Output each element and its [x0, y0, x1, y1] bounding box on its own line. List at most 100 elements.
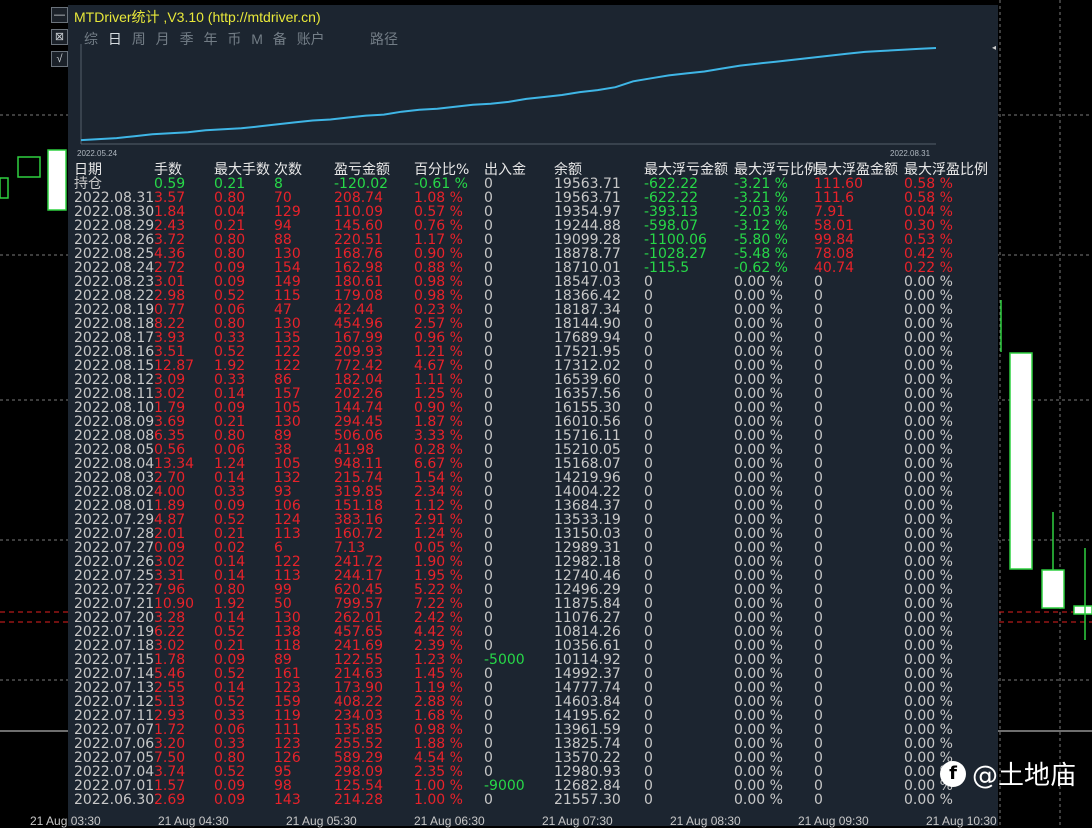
table-row[interactable]: 2022.07.25 3.31 0.14 113 244.17 1.95 % 0 12740.…: [74, 569, 1004, 583]
row-float-loss: -1100.06: [644, 232, 707, 248]
row-date: 2022.08.30: [74, 204, 155, 220]
table-row[interactable]: 2022.08.12 3.09 0.33 86 182.04 1.11 % 0 16539.6…: [74, 373, 1004, 387]
table-row[interactable]: 2022.08.15 12.87 1.92 122 772.42 4.67 % 0 17312…: [74, 359, 1004, 373]
row-count: 111: [274, 722, 301, 738]
row-pl: 799.57: [334, 596, 383, 612]
col-header-deposit[interactable]: 出入金: [484, 163, 526, 177]
table-row[interactable]: 2022.08.19 0.77 0.06 47 42.44 0.23 % 0 18187.34…: [74, 303, 1004, 317]
col-header-max-lots[interactable]: 最大手数: [214, 163, 270, 177]
table-row[interactable]: 持仓 0.59 0.21 8 -120.02 -0.61 % 0 19563.71 -622.2…: [74, 177, 1004, 191]
row-pct: 4.67 %: [414, 358, 463, 374]
table-row[interactable]: 2022.08.02 4.00 0.33 93 319.85 2.34 % 0 14004.2…: [74, 485, 1004, 499]
table-row[interactable]: 2022.07.01 1.57 0.09 98 125.54 1.00 % -9000 126…: [74, 779, 1004, 793]
col-header-balance[interactable]: 余额: [554, 163, 582, 177]
table-row[interactable]: 2022.07.20 3.28 0.14 130 262.01 2.42 % 0 11076.…: [74, 611, 1004, 625]
col-header-date[interactable]: 日期: [74, 163, 102, 177]
row-count: 105: [274, 456, 301, 472]
table-row[interactable]: 2022.08.24 2.72 0.09 154 162.98 0.88 % 0 18710.…: [74, 261, 1004, 275]
row-pl: 214.63: [334, 666, 383, 682]
col-header-max-float-profit-pct[interactable]: 最大浮盈比例: [904, 163, 988, 177]
table-row[interactable]: 2022.07.12 5.13 0.52 159 408.22 2.88 % 0 14603.…: [74, 695, 1004, 709]
row-float-profit-pct: 0.00 %: [904, 316, 953, 332]
check-button[interactable]: √: [51, 51, 68, 67]
table-row[interactable]: 2022.08.16 3.51 0.52 122 209.93 1.21 % 0 17521.…: [74, 345, 1004, 359]
row-pct: 0.76 %: [414, 218, 463, 234]
row-balance: 19244.88: [554, 218, 621, 234]
row-balance: 12740.46: [554, 568, 621, 584]
row-float-loss: 0: [644, 568, 653, 584]
table-row[interactable]: 2022.08.23 3.01 0.09 149 180.61 0.98 % 0 18547.…: [74, 275, 1004, 289]
table-row[interactable]: 2022.07.11 2.93 0.33 119 234.03 1.68 % 0 14195.…: [74, 709, 1004, 723]
row-max-lots: 0.09: [214, 274, 246, 290]
col-header-max-float-loss[interactable]: 最大浮亏金额: [644, 163, 728, 177]
table-row[interactable]: 2022.08.03 2.70 0.14 132 215.74 1.54 % 0 14219.…: [74, 471, 1004, 485]
row-float-loss-pct: 0.00 %: [734, 456, 783, 472]
row-float-loss: 0: [644, 610, 653, 626]
table-row[interactable]: 2022.07.28 2.01 0.21 113 160.72 1.24 % 0 13150.…: [74, 527, 1004, 541]
table-row[interactable]: 2022.08.05 0.56 0.06 38 41.98 0.28 % 0 15210.05…: [74, 443, 1004, 457]
col-header-max-float-profit[interactable]: 最大浮盈金额: [814, 163, 898, 177]
table-row[interactable]: 2022.07.27 0.09 0.02 6 7.13 0.05 % 0 12989.31 0 0…: [74, 541, 1004, 555]
table-row[interactable]: 2022.07.29 4.87 0.52 124 383.16 2.91 % 0 13533.…: [74, 513, 1004, 527]
row-deposit: 0: [484, 764, 493, 780]
table-row[interactable]: 2022.08.09 3.69 0.21 130 294.45 1.87 % 0 16010.…: [74, 415, 1004, 429]
table-row[interactable]: 2022.07.22 7.96 0.80 99 620.45 5.22 % 0 12496.2…: [74, 583, 1004, 597]
row-date: 2022.08.15: [74, 358, 155, 374]
grid-toggle-button[interactable]: ⊠: [51, 29, 68, 45]
col-header-max-float-loss-pct[interactable]: 最大浮亏比例: [734, 163, 818, 177]
minimize-button[interactable]: —: [51, 7, 68, 23]
table-row[interactable]: 2022.07.15 1.78 0.09 89 122.55 1.23 % -5000 101…: [74, 653, 1004, 667]
table-row[interactable]: 2022.08.17 3.93 0.33 135 167.99 0.96 % 0 17689.…: [74, 331, 1004, 345]
row-float-profit-pct: 0.00 %: [904, 638, 953, 654]
table-row[interactable]: 2022.07.07 1.72 0.06 111 135.85 0.98 % 0 13961.…: [74, 723, 1004, 737]
row-max-lots: 0.09: [214, 652, 246, 668]
table-row[interactable]: 2022.07.06 3.20 0.33 123 255.52 1.88 % 0 13825.…: [74, 737, 1004, 751]
table-row[interactable]: 2022.07.19 6.22 0.52 138 457.65 4.42 % 0 10814.…: [74, 625, 1004, 639]
row-deposit: 0: [484, 316, 493, 332]
scroll-arrow-icon[interactable]: ◂: [992, 43, 996, 52]
col-header-count[interactable]: 次数: [274, 163, 302, 177]
col-header-pl[interactable]: 盈亏金额: [334, 163, 390, 177]
table-row[interactable]: 2022.08.01 1.89 0.09 106 151.18 1.12 % 0 13684.…: [74, 499, 1004, 513]
table-row[interactable]: 2022.08.18 8.22 0.80 130 454.96 2.57 % 0 18144.…: [74, 317, 1004, 331]
table-row[interactable]: 2022.07.14 5.46 0.52 161 214.63 1.45 % 0 14992.…: [74, 667, 1004, 681]
table-row[interactable]: 2022.07.21 10.90 1.92 50 799.57 7.22 % 0 11875.…: [74, 597, 1004, 611]
row-date: 2022.08.29: [74, 218, 155, 234]
row-balance: 19563.71: [554, 190, 621, 206]
table-row[interactable]: 2022.08.22 2.98 0.52 115 179.08 0.98 % 0 18366.…: [74, 289, 1004, 303]
table-row[interactable]: 2022.08.31 3.57 0.80 70 208.74 1.08 % 0 19563.7…: [74, 191, 1004, 205]
table-row[interactable]: 2022.08.10 1.79 0.09 105 144.74 0.90 % 0 16155.…: [74, 401, 1004, 415]
table-row[interactable]: 2022.08.26 3.72 0.80 88 220.51 1.17 % 0 19099.2…: [74, 233, 1004, 247]
row-float-profit-pct: 0.00 %: [904, 456, 953, 472]
table-row[interactable]: 2022.07.26 3.02 0.14 122 241.72 1.90 % 0 12982.…: [74, 555, 1004, 569]
table-row[interactable]: 2022.07.18 3.02 0.21 118 241.69 2.39 % 0 10356.…: [74, 639, 1004, 653]
table-row[interactable]: 2022.08.08 6.35 0.80 89 506.06 3.33 % 0 15716.1…: [74, 429, 1004, 443]
table-row[interactable]: 2022.08.30 1.84 0.04 129 110.09 0.57 % 0 19354.…: [74, 205, 1004, 219]
row-float-loss-pct: 0.00 %: [734, 736, 783, 752]
row-lots: 3.74: [154, 764, 186, 780]
table-row[interactable]: 2022.07.05 7.50 0.80 126 589.29 4.54 % 0 13570.…: [74, 751, 1004, 765]
row-count: 149: [274, 274, 301, 290]
table-row[interactable]: 2022.06.30 2.69 0.09 143 214.28 1.00 % 0 21557.…: [74, 793, 1004, 807]
col-header-lots[interactable]: 手数: [154, 163, 182, 177]
row-pl: 122.55: [334, 652, 383, 668]
row-float-profit: 40.74: [814, 260, 855, 276]
table-row[interactable]: 2022.08.25 4.36 0.80 130 168.76 0.90 % 0 18878.…: [74, 247, 1004, 261]
row-float-loss-pct: 0.00 %: [734, 358, 783, 374]
row-float-loss: 0: [644, 512, 653, 528]
row-balance: 13961.59: [554, 722, 621, 738]
row-pct: 0.98 %: [414, 274, 463, 290]
row-pl: 772.42: [334, 358, 383, 374]
table-row[interactable]: 2022.07.13 2.55 0.14 123 173.90 1.19 % 0 14777.…: [74, 681, 1004, 695]
row-pct: 0.98 %: [414, 288, 463, 304]
row-float-profit-pct: 0.00 %: [904, 372, 953, 388]
row-date: 2022.07.27: [74, 540, 155, 556]
row-max-lots: 0.33: [214, 736, 246, 752]
table-row[interactable]: 2022.08.11 3.02 0.14 157 202.26 1.25 % 0 16357.…: [74, 387, 1004, 401]
table-row[interactable]: 2022.08.04 13.34 1.24 105 948.11 6.67 % 0 15168…: [74, 457, 1004, 471]
col-header-pct[interactable]: 百分比%: [414, 163, 469, 177]
row-lots: 3.28: [154, 610, 186, 626]
table-row[interactable]: 2022.07.04 3.74 0.52 95 298.09 2.35 % 0 12980.9…: [74, 765, 1004, 779]
table-row[interactable]: 2022.08.29 2.43 0.21 94 145.60 0.76 % 0 19244.8…: [74, 219, 1004, 233]
row-count: 129: [274, 204, 301, 220]
